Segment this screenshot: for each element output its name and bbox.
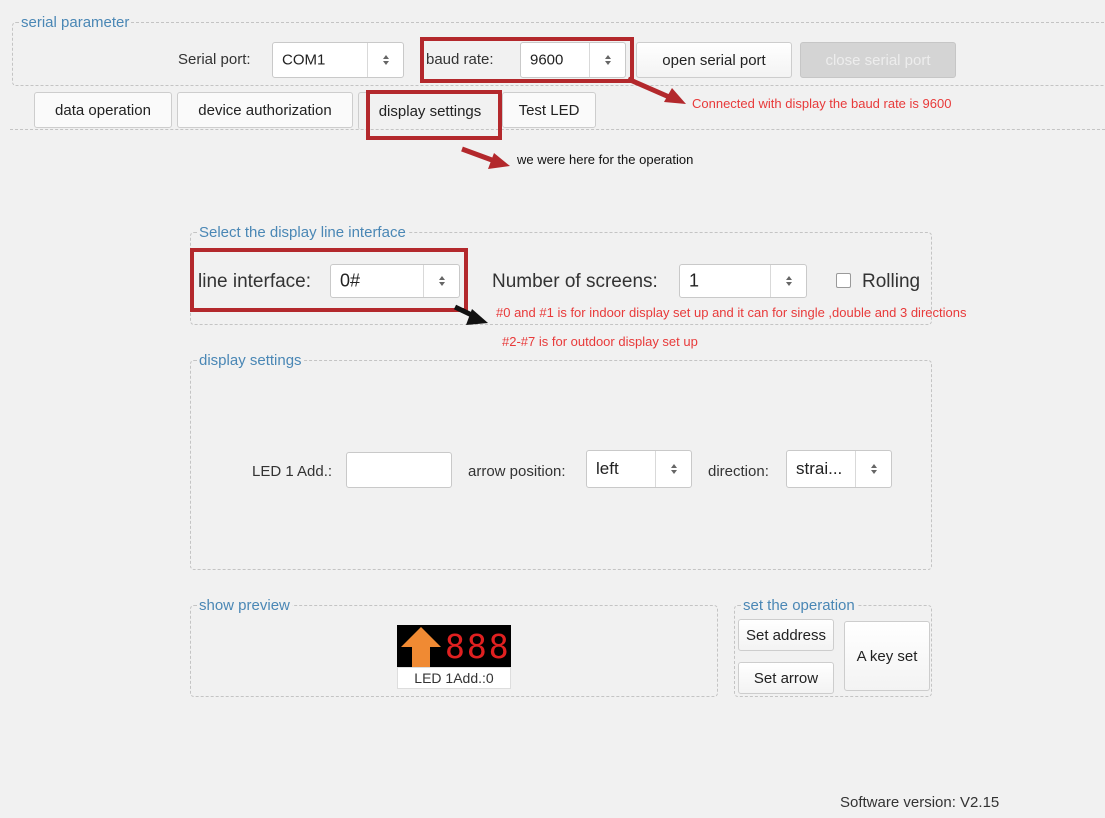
serial-port-label: Serial port: <box>178 51 251 68</box>
tab-display-settings[interactable]: display settings <box>358 92 502 130</box>
tab-data-operation[interactable]: data operation <box>34 92 172 128</box>
spinner-arrows-icon <box>423 265 459 297</box>
spinner-arrows-icon <box>589 43 625 77</box>
tab-test-led[interactable]: Test LED <box>502 92 596 128</box>
baud-rate-select[interactable]: 9600 <box>520 42 626 78</box>
rolling-checkbox[interactable] <box>836 273 851 288</box>
set-arrow-button[interactable]: Set arrow <box>738 662 834 694</box>
rolling-label: Rolling <box>862 271 921 292</box>
led-address-input[interactable] <box>346 452 452 488</box>
number-of-screens-select[interactable]: 1 <box>679 264 807 298</box>
line-interface-value: 0# <box>340 270 361 291</box>
direction-value: strai... <box>796 459 843 478</box>
software-version: Software version: V2.15 <box>840 794 1000 811</box>
tab-device-authorization[interactable]: device authorization <box>177 92 353 128</box>
serial-port-value: COM1 <box>282 51 326 69</box>
arrow-position-select[interactable]: left <box>586 450 692 488</box>
operation-annotation: we were here for the operation <box>517 152 694 167</box>
spinner-arrows-icon <box>855 451 891 487</box>
number-of-screens-value: 1 <box>689 270 700 291</box>
indoor-annotation: #0 and #1 is for indoor display set up a… <box>496 305 967 320</box>
direction-select[interactable]: strai... <box>786 450 892 488</box>
led-preview-display: 888 <box>397 625 511 667</box>
show-preview-group-title: show preview <box>197 597 292 614</box>
baud-rate-annotation: Connected with display the baud rate is … <box>692 96 952 111</box>
baud-rate-value: 9600 <box>530 51 564 69</box>
arrow-position-label: arrow position: <box>468 463 566 480</box>
arrow-position-value: left <box>596 459 619 478</box>
line-interface-group-title: Select the display line interface <box>197 224 408 241</box>
led-preview-caption: LED 1Add.:0 <box>397 667 511 689</box>
set-address-button[interactable]: Set address <box>738 619 834 651</box>
led-preview-digits: 888 <box>445 626 511 666</box>
a-key-set-button[interactable]: A key set <box>844 621 930 691</box>
red-arrow-icon <box>461 146 510 169</box>
display-settings-group-title: display settings <box>197 352 304 369</box>
close-serial-port-button[interactable]: close serial port <box>800 42 956 78</box>
set-the-operation-group-title: set the operation <box>741 597 857 614</box>
baud-rate-label: baud rate: <box>426 51 494 68</box>
led-add-label: LED 1 Add.: <box>252 463 333 480</box>
direction-label: direction: <box>708 463 769 480</box>
tab-baseline <box>10 129 1105 130</box>
serial-parameter-title: serial parameter <box>19 14 132 31</box>
line-interface-label: line interface: <box>198 271 312 292</box>
spinner-arrows-icon <box>770 265 806 297</box>
spinner-arrows-icon <box>367 43 403 77</box>
number-of-screens-label: Number of screens: <box>492 271 658 292</box>
up-arrow-icon <box>401 627 441 667</box>
open-serial-port-button[interactable]: open serial port <box>636 42 792 78</box>
line-interface-select[interactable]: 0# <box>330 264 460 298</box>
spinner-arrows-icon <box>655 451 691 487</box>
serial-port-select[interactable]: COM1 <box>272 42 404 78</box>
outdoor-annotation: #2-#7 is for outdoor display set up <box>502 334 698 349</box>
